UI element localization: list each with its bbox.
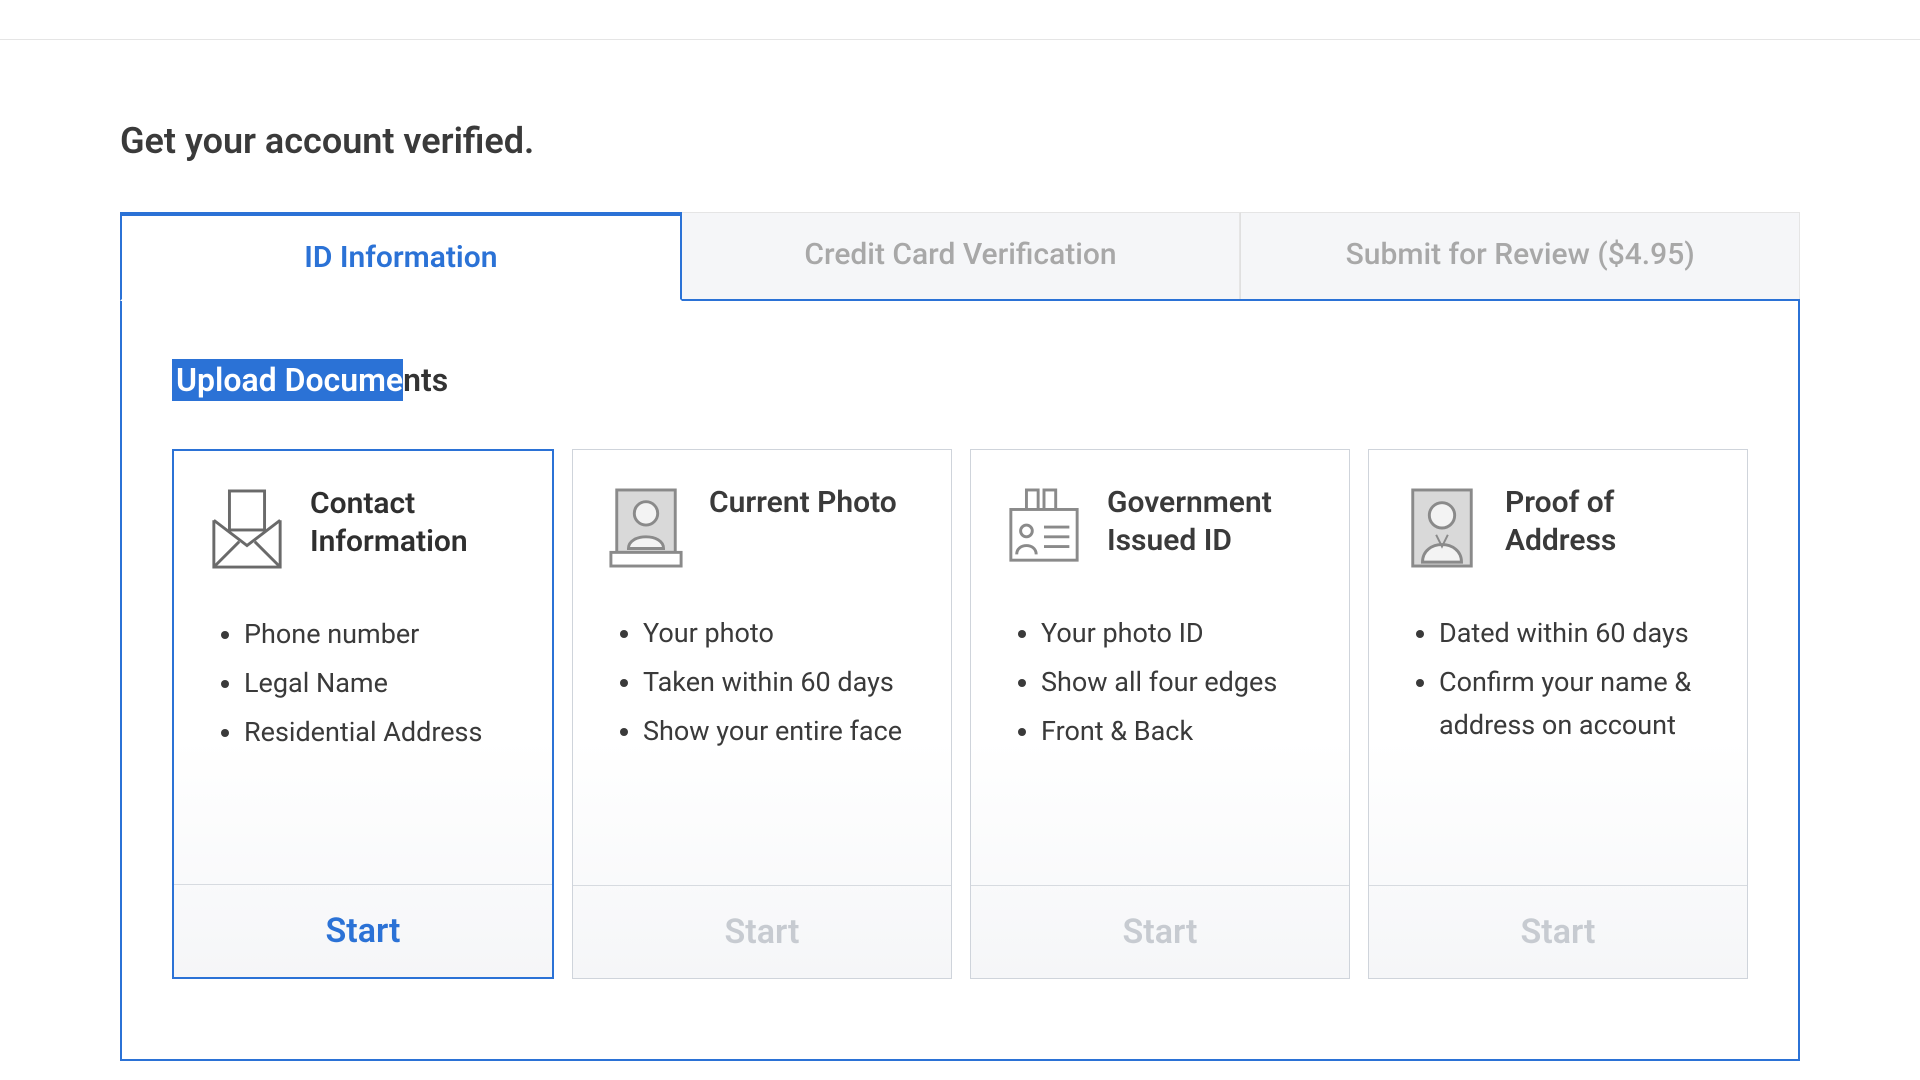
card-current-photo: Current Photo Your photo Taken within 60… — [572, 449, 952, 979]
start-button[interactable]: Start — [1369, 885, 1747, 978]
tab-label: Credit Card Verification — [804, 237, 1116, 272]
step-tabs: ID Information Credit Card Verification … — [120, 212, 1800, 301]
card-body: Your photo ID Show all four edges Front … — [971, 582, 1349, 885]
card-contact-information: Contact Information Phone number Legal N… — [172, 449, 554, 979]
card-req-item: Dated within 60 days — [1439, 612, 1727, 655]
card-title: Government Issued ID — [1107, 484, 1321, 559]
section-title: Upload Documents — [172, 361, 1748, 399]
tab-label: ID Information — [304, 240, 497, 275]
envelope-icon — [208, 485, 286, 573]
card-req-item: Show all four edges — [1041, 661, 1329, 704]
section-title-selected-text: Upload Docume — [172, 359, 403, 401]
tab-submit-for-review[interactable]: Submit for Review ($4.95) — [1240, 212, 1800, 299]
tab-credit-card-verification[interactable]: Credit Card Verification — [682, 212, 1241, 299]
card-req-item: Taken within 60 days — [643, 661, 931, 704]
card-body: Dated within 60 days Confirm your name &… — [1369, 582, 1747, 885]
id-information-panel: Upload Documents Contact — [120, 301, 1800, 1061]
card-government-id: Government Issued ID Your photo ID Show … — [970, 449, 1350, 979]
card-proof-of-address: Proof of Address Dated within 60 days Co… — [1368, 449, 1748, 979]
card-header: Government Issued ID — [971, 450, 1349, 582]
start-button[interactable]: Start — [174, 884, 552, 977]
top-divider — [0, 0, 1920, 40]
card-req-item: Confirm your name & address on account — [1439, 661, 1727, 747]
id-card-icon — [1005, 484, 1083, 572]
card-body: Your photo Taken within 60 days Show you… — [573, 582, 951, 885]
card-body: Phone number Legal Name Residential Addr… — [174, 583, 552, 884]
start-button[interactable]: Start — [971, 885, 1349, 978]
card-req-item: Legal Name — [244, 662, 532, 705]
card-req-item: Front & Back — [1041, 710, 1329, 753]
page-title: Get your account verified. — [120, 120, 1800, 162]
start-button[interactable]: Start — [573, 885, 951, 978]
card-title: Contact Information — [310, 485, 524, 560]
card-req-item: Show your entire face — [643, 710, 931, 753]
card-title: Current Photo — [709, 484, 897, 522]
tab-label: Submit for Review ($4.95) — [1346, 237, 1695, 272]
card-header: Proof of Address — [1369, 450, 1747, 582]
card-title: Proof of Address — [1505, 484, 1719, 559]
verification-page: Get your account verified. ID Informatio… — [0, 40, 1920, 1061]
card-req-item: Residential Address — [244, 711, 532, 754]
person-doc-icon — [1403, 484, 1481, 572]
tab-id-information[interactable]: ID Information — [120, 212, 682, 301]
section-title-rest: nts — [403, 361, 448, 399]
card-req-item: Phone number — [244, 613, 532, 656]
card-req-item: Your photo — [643, 612, 931, 655]
photo-portrait-icon — [607, 484, 685, 572]
card-header: Contact Information — [174, 451, 552, 583]
card-header: Current Photo — [573, 450, 951, 582]
upload-cards-row: Contact Information Phone number Legal N… — [172, 449, 1748, 979]
card-req-item: Your photo ID — [1041, 612, 1329, 655]
